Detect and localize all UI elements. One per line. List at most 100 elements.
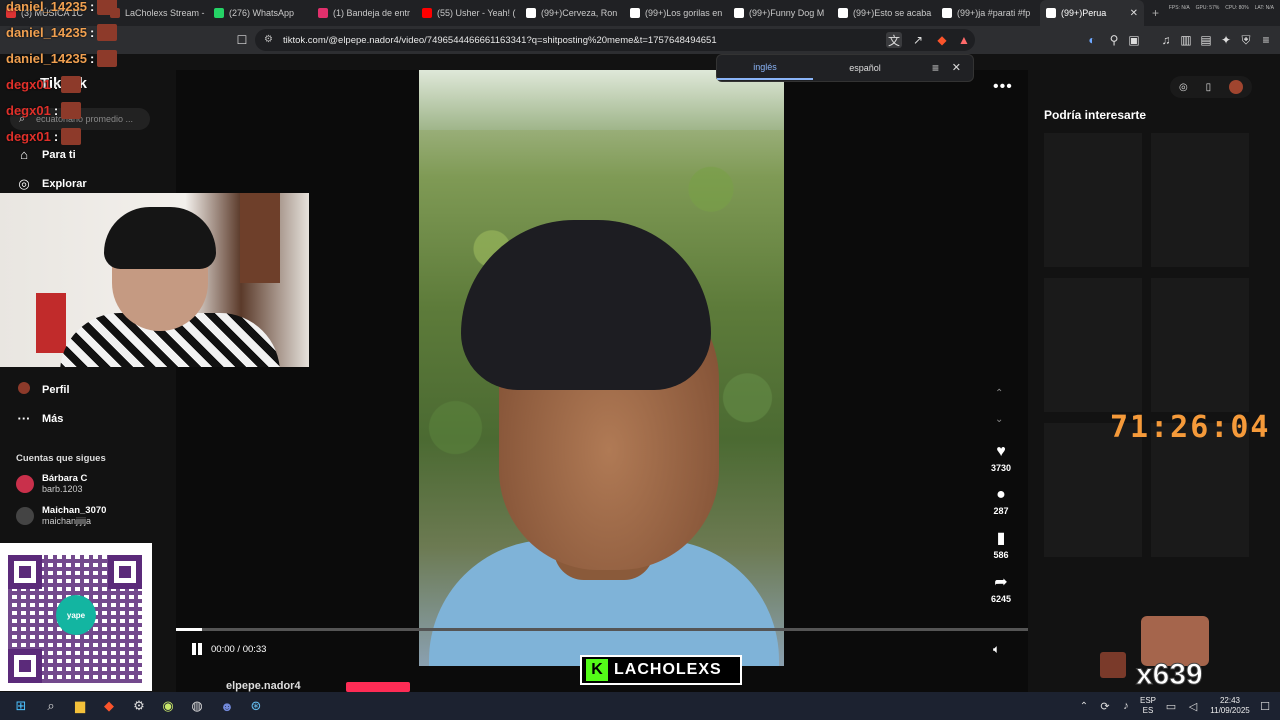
- chat-separator: :: [53, 103, 59, 118]
- share-icon[interactable]: ↗: [910, 32, 926, 48]
- account-avatar[interactable]: [1229, 80, 1244, 94]
- sidebar-icon[interactable]: ▥: [1178, 32, 1194, 48]
- vpn-icon[interactable]: ⛨: [1238, 32, 1254, 48]
- comment-icon: ●: [996, 486, 1006, 503]
- tab-favicon-icon: [942, 8, 952, 18]
- translate-icon[interactable]: 文: [886, 32, 902, 48]
- nav-profile[interactable]: Perfil: [16, 382, 70, 397]
- suggestion-card[interactable]: [1044, 278, 1142, 412]
- browser-tab[interactable]: (99+)Los gorilas en: [624, 0, 728, 26]
- close-icon[interactable]: ✕: [952, 61, 961, 74]
- translate-target-tab[interactable]: español: [817, 57, 913, 79]
- lat-stat: LAT: N/A: [1254, 5, 1274, 11]
- tray-chevron-icon[interactable]: ⌃: [1075, 697, 1093, 715]
- tab-label: LaCholexs Stream -: [125, 8, 205, 18]
- heart-icon: ♥: [996, 443, 1006, 460]
- tab-label: (99+)Esto se acaba: [853, 8, 932, 18]
- browser-tab[interactable]: (99+)Perua ✕: [1040, 0, 1144, 26]
- tab-label: (99+)Cerveza, Ron: [541, 8, 618, 18]
- suggestion-card[interactable]: [1151, 278, 1249, 412]
- browser-tab[interactable]: LaCholexs Stream -: [104, 0, 208, 26]
- video-author[interactable]: elpepe.nador4: [226, 680, 301, 692]
- new-tab-button[interactable]: +: [1144, 6, 1167, 20]
- qr-finder: [108, 555, 142, 589]
- wallet-icon[interactable]: ▤: [1198, 32, 1214, 48]
- windows-start-icon[interactable]: ⊞: [12, 697, 30, 715]
- chat-username: daniel_14235: [6, 51, 87, 66]
- tab-favicon-icon: [318, 8, 328, 18]
- following-item[interactable]: Bárbara C barb.1203: [16, 473, 87, 495]
- follow-button[interactable]: [346, 682, 410, 692]
- screenshot-icon[interactable]: ▣: [1126, 32, 1142, 48]
- sync-icon[interactable]: ⟳: [1096, 697, 1114, 715]
- search-icon[interactable]: ⌕: [42, 697, 60, 715]
- following-title: Cuentas que sigues: [16, 453, 106, 464]
- comment-button[interactable]: ● 287: [984, 486, 1018, 516]
- browser-tab[interactable]: (276) WhatsApp: [208, 0, 312, 26]
- network-icon[interactable]: ▭: [1162, 697, 1180, 715]
- brave-shield-icon[interactable]: ◆: [934, 32, 950, 48]
- app-icon[interactable]: ◉: [159, 697, 177, 715]
- tab-label: (99+)Los gorilas en: [645, 8, 723, 18]
- share-count: 6245: [990, 594, 1012, 604]
- address-bar[interactable]: ⚙ tiktok.com/@elpepe.nador4/video/749654…: [255, 29, 975, 51]
- chat-message: degx01:: [6, 102, 82, 119]
- share-button[interactable]: ➦ 6245: [984, 574, 1018, 604]
- file-explorer-icon[interactable]: ▆: [71, 697, 89, 715]
- obs-icon[interactable]: ◍: [188, 697, 206, 715]
- clock[interactable]: 22:43 11/09/2025: [1208, 696, 1252, 716]
- chat-separator: :: [89, 51, 95, 66]
- media-icon[interactable]: ♫: [1158, 32, 1174, 48]
- comment-count: 287: [993, 506, 1009, 516]
- following-item[interactable]: Maichan_3070 maichanjijija: [16, 505, 106, 527]
- suggestion-card[interactable]: [1151, 133, 1249, 267]
- brave-browser-icon[interactable]: ◆: [100, 697, 118, 715]
- nav-explore[interactable]: ◎ Explorar: [16, 176, 86, 192]
- tab-label: (99+)Perua: [1061, 8, 1107, 18]
- chat-emote-icon: [61, 76, 82, 93]
- site-settings-icon[interactable]: ⚙: [264, 34, 273, 45]
- volume-icon[interactable]: 🔈︎: [993, 642, 1000, 657]
- video-frame[interactable]: [419, 70, 784, 666]
- input-language[interactable]: ESP ES: [1140, 696, 1156, 716]
- like-button[interactable]: ♥ 3730: [984, 443, 1018, 473]
- top-right-tools: ◎ ▯: [1170, 76, 1252, 98]
- coins-icon[interactable]: ◎: [1179, 82, 1188, 93]
- discord-icon[interactable]: ☻: [218, 697, 236, 715]
- share-arrow-icon: ➦: [994, 574, 1008, 591]
- suggestion-card[interactable]: [1044, 133, 1142, 267]
- steam-icon[interactable]: ⊛: [247, 697, 265, 715]
- browser-tab[interactable]: (99+)Cerveza, Ron: [520, 0, 624, 26]
- close-tab-icon[interactable]: ✕: [1130, 8, 1138, 19]
- settings-icon[interactable]: ⚙: [130, 697, 148, 715]
- leo-ai-icon[interactable]: ✦: [1218, 32, 1234, 48]
- nav-more[interactable]: ··· Más: [16, 411, 64, 426]
- browser-tab[interactable]: (99+)ja #parati #fp: [936, 0, 1040, 26]
- more-options-icon[interactable]: •••: [993, 78, 1013, 96]
- browser-tab[interactable]: (99+)Funny Dog M: [728, 0, 832, 26]
- save-button[interactable]: ▮ 586: [984, 530, 1018, 560]
- pause-button[interactable]: [190, 642, 204, 656]
- notifications-icon[interactable]: ☐: [1256, 697, 1274, 715]
- browser-tab[interactable]: (1) Bandeja de entr: [312, 0, 416, 26]
- next-video-icon[interactable]: ⌄: [995, 414, 1003, 425]
- chat-separator: :: [89, 0, 95, 14]
- kick-logo-icon: K: [586, 659, 608, 681]
- url-text: tiktok.com/@elpepe.nador4/video/74965444…: [283, 34, 717, 46]
- translate-menu-icon[interactable]: ≡: [932, 61, 939, 75]
- volume-icon[interactable]: ◁: [1184, 697, 1202, 715]
- menu-icon[interactable]: ≡: [1258, 32, 1274, 48]
- translate-source-tab[interactable]: inglés: [717, 56, 813, 80]
- device-icon[interactable]: ▯: [1206, 82, 1212, 93]
- video-progress-bar[interactable]: [176, 628, 1028, 631]
- nav-for-you[interactable]: ⌂ Para ti: [16, 147, 76, 162]
- mic-icon[interactable]: ♪: [1117, 697, 1135, 715]
- audio-icon[interactable]: ◐: [1084, 32, 1100, 48]
- bookmark-icon[interactable]: ☐: [234, 32, 250, 48]
- extensions-icon[interactable]: ⚲: [1106, 32, 1122, 48]
- previous-video-icon[interactable]: ⌃: [995, 388, 1003, 399]
- streamer-webcam: [0, 193, 309, 367]
- browser-tab[interactable]: (99+)Esto se acaba: [832, 0, 936, 26]
- browser-tab[interactable]: (55) Usher - Yeah! (: [416, 0, 520, 26]
- brave-rewards-icon[interactable]: ▲: [956, 32, 972, 48]
